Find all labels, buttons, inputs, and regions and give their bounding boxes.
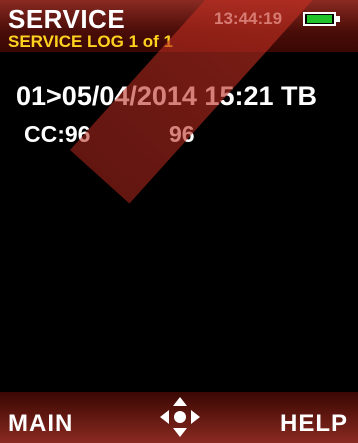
log-entry-datetime: 01>05/04/2014 15:21 TB [16,81,317,111]
header-bar: SERVICE 13:44:19 SERVICE LOG 1 of 1 [0,0,358,52]
help-softkey[interactable]: HELP [280,410,348,438]
four-way-nav-icon[interactable] [158,395,202,439]
device-screen: SERVICE 13:44:19 SERVICE LOG 1 of 1 01>0… [0,0,358,443]
softkey-bar: MAIN HELP [0,392,358,443]
clock: 13:44:19 [214,9,283,28]
screen-title: SERVICE [8,4,126,34]
log-entry-label: CC:96 [24,121,91,147]
battery-level-fill [307,15,332,23]
battery-icon [303,12,343,28]
main-softkey[interactable]: MAIN [8,410,73,438]
log-entry-detail: CC:96 96 [24,120,195,148]
log-page-indicator: SERVICE LOG 1 of 1 [8,32,174,51]
log-entry-value: 96 [169,121,195,147]
